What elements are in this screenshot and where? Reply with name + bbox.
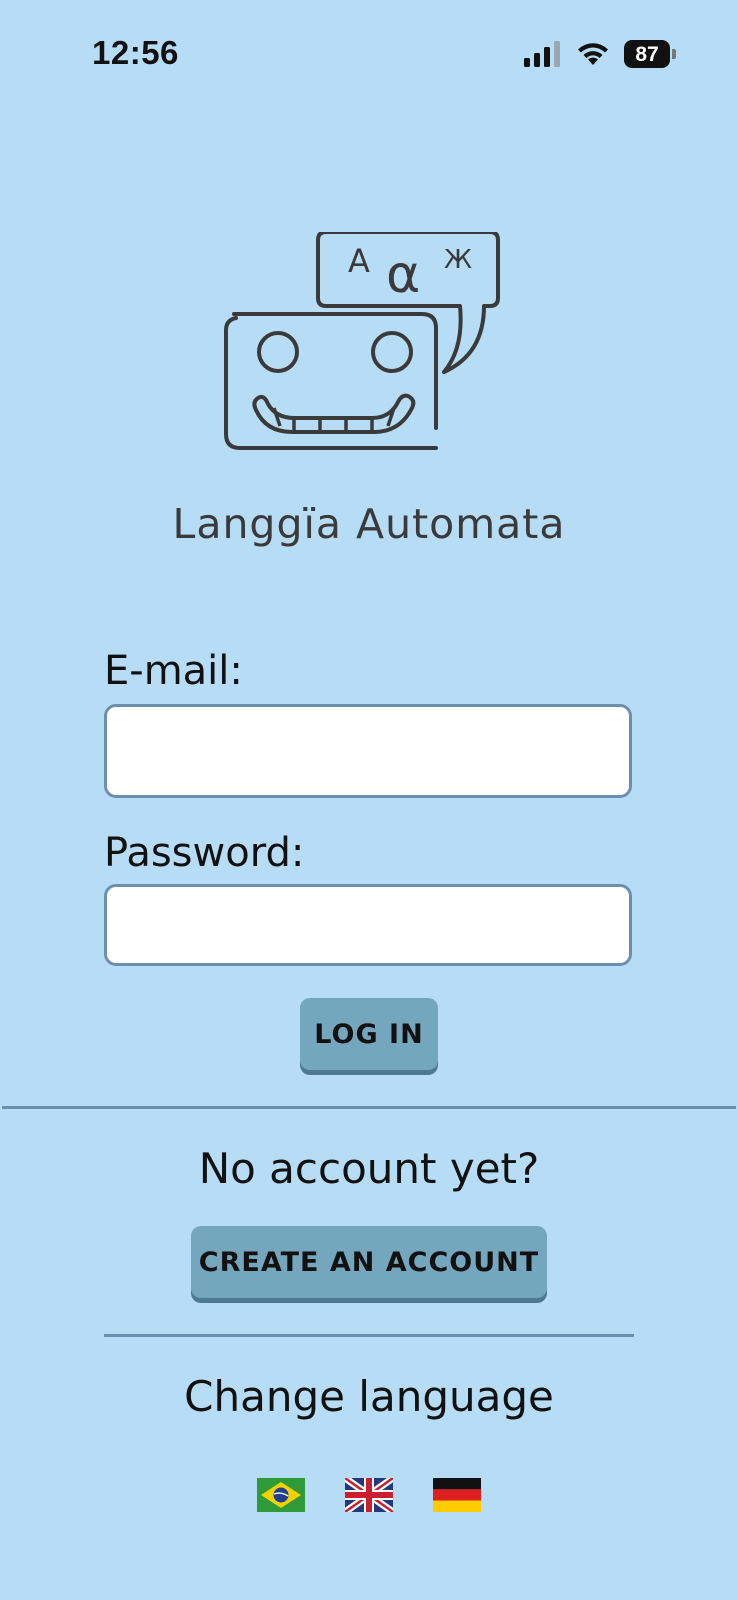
logo-glyph-latin: A [348,242,370,280]
app-logo-icon: A α Ж [224,232,500,450]
battery-nub [672,49,676,59]
status-bar: 12:56 87 [0,0,738,110]
login-button[interactable]: LOG IN [300,998,438,1070]
signal-icon [524,41,560,67]
language-flags [0,1478,738,1512]
robot-face-top [224,316,238,332]
create-account-button[interactable]: CREATE AN ACCOUNT [191,1226,547,1298]
robot-right-eye [371,331,413,373]
no-account-prompt: No account yet? [198,1144,540,1193]
email-field[interactable] [104,704,632,798]
battery-icon: 87 [624,40,670,68]
password-label: Password: [104,830,305,876]
robot-left-eye [257,331,299,373]
robot-smile [252,393,416,434]
battery-level: 87 [635,42,659,66]
change-language-heading: Change language [184,1372,554,1421]
status-icons: 87 [524,40,676,68]
status-time: 12:56 [92,34,179,71]
divider-bottom [104,1334,634,1337]
logo-glyph-greek: α [386,245,420,305]
password-field[interactable] [104,884,632,966]
email-label: E-mail: [104,648,243,694]
logo-glyph-cyrillic: Ж [444,245,472,275]
app-title: Langgïa Automata [172,500,566,548]
germany-flag-icon[interactable] [433,1478,481,1512]
wifi-icon [578,43,608,65]
uk-flag-icon[interactable] [345,1478,393,1512]
robot-face-back-frame [232,312,438,430]
divider-top [2,1106,736,1109]
brazil-flag-icon[interactable] [257,1478,305,1512]
